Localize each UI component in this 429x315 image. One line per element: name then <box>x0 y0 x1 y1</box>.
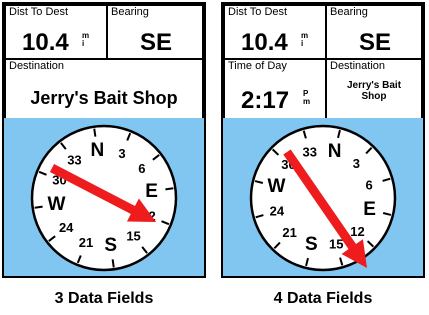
compass-label-W: W <box>267 176 285 197</box>
compass-label-3: 3 <box>118 146 125 161</box>
compass: N36E1215S2124W3033 <box>30 124 178 272</box>
destination-field[interactable]: Destination Jerry's Bait Shop <box>4 58 204 120</box>
bearing-field[interactable]: Bearing SE <box>325 4 423 60</box>
dist-unit: mi <box>301 31 309 48</box>
gps-screen-3-fields: Dist To Dest 10.4 mi Bearing SE Destinat… <box>2 2 206 278</box>
bearing-label: Bearing <box>330 6 368 18</box>
compass: N36E1215S2124W3033 <box>249 124 397 272</box>
dist-to-dest-value: 10.4 <box>241 29 288 56</box>
compass-tick <box>165 187 174 191</box>
compass-label-3: 3 <box>353 156 360 171</box>
compass-label-21: 21 <box>282 225 296 240</box>
time-of-day-value: 2:17 <box>241 87 290 114</box>
time-unit: Pm <box>303 89 311 106</box>
compass-tick <box>34 205 43 209</box>
compass-area: N36E1215S2124W3033 <box>223 118 423 276</box>
bearing-field[interactable]: Bearing SE <box>106 4 204 60</box>
dist-to-dest-label: Dist To Dest <box>228 6 288 18</box>
caption-3-fields: 3 Data Fields <box>54 290 154 307</box>
compass-label-W: W <box>47 194 65 215</box>
compass-label-E: E <box>145 181 158 202</box>
compass-label-15: 15 <box>329 237 343 252</box>
compass-label-12: 12 <box>350 224 364 239</box>
compass-label-33: 33 <box>303 144 317 159</box>
destination-value-line2: Shop <box>361 91 387 102</box>
time-of-day-field[interactable]: Time of Day 2:17 Pm <box>223 58 327 120</box>
dist-to-dest-field[interactable]: Dist To Dest 10.4 mi <box>223 4 327 60</box>
destination-label: Destination <box>330 60 386 72</box>
gps-screen-4-fields: Dist To Dest 10.4 mi Bearing SE Time of … <box>221 2 425 278</box>
compass-label-33: 33 <box>67 153 81 168</box>
dist-unit: mi <box>82 31 90 48</box>
compass-area: N36E1215S2124W3033 <box>4 118 204 276</box>
destination-value: Jerry's Bait Shop <box>30 88 178 108</box>
destination-label: Destination <box>9 60 65 72</box>
compass-label-24: 24 <box>270 204 285 219</box>
compass-label-E: E <box>363 199 376 220</box>
compass-label-21: 21 <box>79 235 93 250</box>
destination-field[interactable]: Destination Jerry's Bait Shop <box>325 58 423 120</box>
destination-value-line1: Jerry's Bait <box>346 80 402 91</box>
dist-to-dest-value: 10.4 <box>22 29 69 56</box>
bearing-value: SE <box>140 29 173 56</box>
compass-tick <box>93 128 97 137</box>
dist-to-dest-field[interactable]: Dist To Dest 10.4 mi <box>4 4 108 60</box>
compass-label-N: N <box>90 140 104 161</box>
compass-tick <box>111 259 115 268</box>
compass-label-N: N <box>328 141 342 162</box>
compass-label-S: S <box>104 235 117 256</box>
compass-label-24: 24 <box>59 220 74 235</box>
compass-label-15: 15 <box>126 228 140 243</box>
caption-4-fields: 4 Data Fields <box>273 290 373 307</box>
time-of-day-label: Time of Day <box>228 60 287 72</box>
bearing-value: SE <box>359 29 392 56</box>
dist-to-dest-label: Dist To Dest <box>9 6 69 18</box>
compass-label-6: 6 <box>366 177 373 192</box>
compass-label-6: 6 <box>138 161 145 176</box>
bearing-label: Bearing <box>111 6 149 18</box>
compass-label-S: S <box>305 234 318 255</box>
